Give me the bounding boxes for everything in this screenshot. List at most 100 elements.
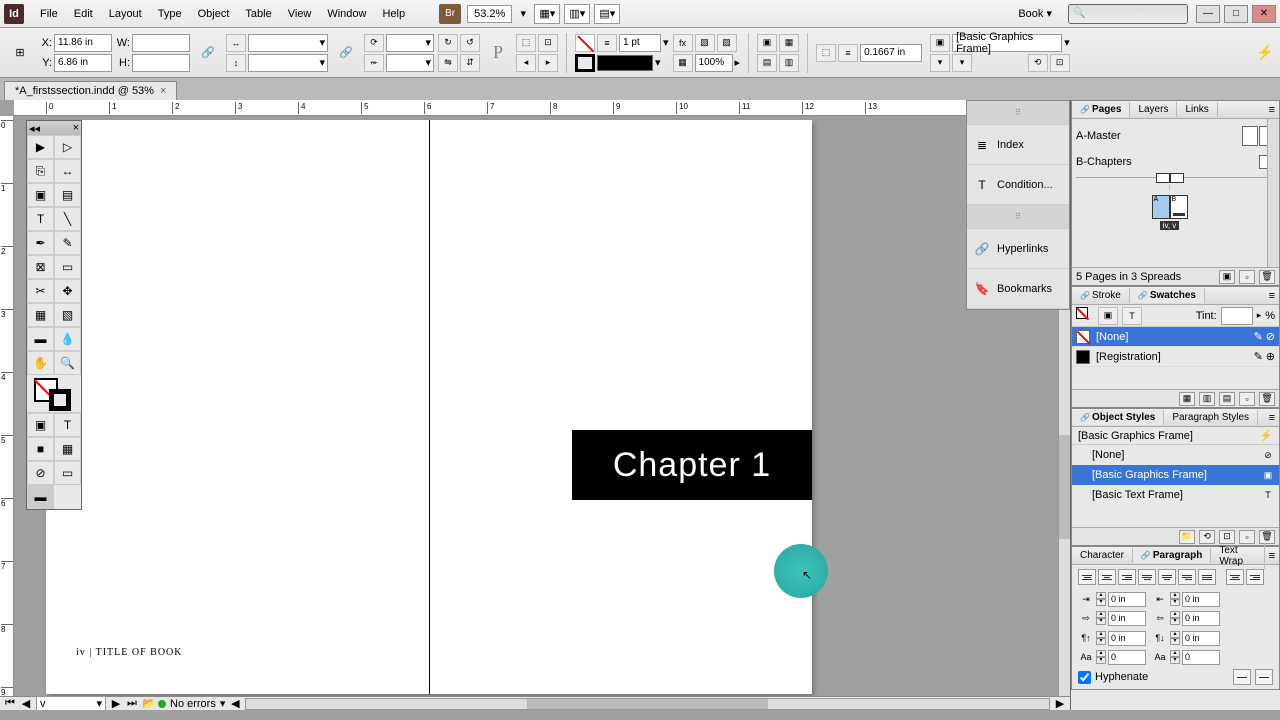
open-icon[interactable]: 📂 — [142, 697, 154, 710]
constrain-scale-icon[interactable]: 🔗 — [332, 39, 360, 67]
tab-pages[interactable]: Pages — [1072, 102, 1130, 117]
scale-x-dropdown[interactable]: ▾ — [248, 34, 328, 52]
text-wrap-around-icon[interactable]: ▦ — [779, 34, 799, 52]
align-toward-spine-button[interactable] — [1226, 569, 1244, 585]
left-indent-input[interactable] — [1108, 592, 1146, 607]
para-panel-menu-icon[interactable]: ≡ — [1265, 550, 1279, 562]
eyedropper-tool[interactable]: 💧 — [54, 327, 81, 351]
justify-left-button[interactable] — [1138, 569, 1156, 585]
tools-collapse-icon[interactable]: ◂◂ — [29, 122, 40, 135]
zoom-dropdown-arrow[interactable]: ▾ — [516, 7, 530, 20]
menu-view[interactable]: View — [280, 4, 320, 24]
swatch-fill-stroke-icon[interactable] — [1076, 307, 1094, 325]
flip-h-icon[interactable]: ⇋ — [438, 54, 458, 72]
swatch-registration-row[interactable]: [Registration] ✎⊕ — [1072, 347, 1279, 367]
scroll-right-button[interactable]: ▶ — [1054, 697, 1066, 710]
tab-swatches[interactable]: Swatches — [1130, 288, 1205, 303]
last-line-stepper[interactable]: ▴▾ — [1170, 611, 1180, 625]
opacity-icon[interactable]: ▧ — [695, 34, 715, 52]
content-collector-tool[interactable]: ▣ — [27, 183, 54, 207]
apply-gradient-icon[interactable]: ▦ — [54, 437, 81, 461]
clear-override-icon[interactable]: ⟲ — [1028, 54, 1048, 72]
zoom-level[interactable]: 53.2% — [467, 5, 512, 23]
pages-scrollbar[interactable] — [1267, 119, 1279, 267]
dock-conditional[interactable]: TCondition... — [967, 165, 1069, 205]
document-tab-close-icon[interactable]: × — [160, 85, 166, 97]
pen-tool[interactable]: ✒ — [27, 231, 54, 255]
stroke-weight-input[interactable] — [619, 34, 661, 52]
pages-thumbnails-area[interactable]: ⫶ A B iv, v — [1072, 173, 1267, 267]
objstyles-panel-menu-icon[interactable]: ≡ — [1265, 412, 1279, 424]
objstyle-none-row[interactable]: [None] ⊘ — [1072, 445, 1279, 465]
tab-stroke[interactable]: Stroke — [1072, 288, 1130, 303]
space-after-input[interactable] — [1182, 631, 1220, 646]
justify-center-button[interactable] — [1158, 569, 1176, 585]
x-position-input[interactable] — [54, 34, 112, 52]
right-indent-input[interactable] — [1182, 592, 1220, 607]
stroke-swatch-icon[interactable] — [575, 54, 595, 72]
menu-type[interactable]: Type — [150, 4, 190, 24]
p-icon[interactable]: P — [484, 39, 512, 67]
apply-container-icon[interactable]: ▣ — [27, 413, 54, 437]
rectangle-frame-tool[interactable]: ⊠ — [27, 255, 54, 279]
dock-index[interactable]: ≣Index — [967, 125, 1069, 165]
dropcap-lines-stepper[interactable]: ▴▾ — [1096, 650, 1106, 664]
dropcap-chars-input[interactable] — [1182, 650, 1220, 665]
last-line-input[interactable] — [1182, 611, 1220, 626]
right-indent-stepper[interactable]: ▴▾ — [1170, 592, 1180, 606]
menu-table[interactable]: Table — [237, 4, 279, 24]
clear-override-2-icon[interactable]: ⊡ — [1050, 54, 1070, 72]
first-line-input[interactable] — [1108, 611, 1146, 626]
tab-character[interactable]: Character — [1072, 548, 1133, 563]
objstyle-clear2-icon[interactable]: ⊡ — [1219, 530, 1235, 544]
align-center-button[interactable] — [1098, 569, 1116, 585]
objstyle-thunder-icon[interactable]: ⚡ — [1259, 429, 1273, 442]
text-wrap-jump2-icon[interactable]: ▥ — [779, 54, 799, 72]
normal-view-mode[interactable]: ▭ — [54, 461, 81, 485]
ruler-horizontal[interactable]: 0 1 2 3 4 5 6 7 8 9 10 11 12 13 — [14, 100, 1070, 116]
preview-mode[interactable]: ▬ — [27, 485, 54, 509]
swatch-view-1-icon[interactable]: ▦ — [1179, 392, 1195, 406]
prev-page-button[interactable]: ◀ — [20, 697, 32, 710]
dropcap-lines-input[interactable] — [1108, 650, 1146, 665]
swatch-none-row[interactable]: [None] ✎⊘ — [1072, 327, 1279, 347]
tab-text-wrap[interactable]: Text Wrap — [1211, 543, 1264, 569]
scroll-left-button[interactable]: ◀ — [229, 697, 241, 710]
objstyle-basic-graphics-row[interactable]: [Basic Graphics Frame] ▣ — [1072, 465, 1279, 485]
stroke-style-swatch[interactable] — [597, 55, 653, 71]
tools-close-icon[interactable]: × — [73, 122, 79, 134]
align-right-button[interactable] — [1118, 569, 1136, 585]
tab-paragraph[interactable]: Paragraph — [1133, 548, 1211, 563]
tab-object-styles[interactable]: Object Styles — [1072, 410, 1164, 425]
search-input[interactable] — [1068, 4, 1188, 24]
opacity-input[interactable] — [695, 54, 733, 72]
dock-hyperlinks[interactable]: 🔗Hyperlinks — [967, 229, 1069, 269]
delete-swatch-icon[interactable]: 🗑 — [1259, 392, 1275, 406]
line-tool[interactable]: ╲ — [54, 207, 81, 231]
view-options-2[interactable]: ▥▾ — [564, 4, 590, 24]
next-page-button[interactable]: ▶ — [110, 697, 122, 710]
left-indent-stepper[interactable]: ▴▾ — [1096, 592, 1106, 606]
objstyle-clear-icon[interactable]: ⟲ — [1199, 530, 1215, 544]
para-direction-1-icon[interactable] — [1233, 669, 1251, 685]
hyphenate-checkbox[interactable] — [1078, 671, 1091, 684]
select-content-icon[interactable]: ⊡ — [538, 34, 558, 52]
content-placer-tool[interactable]: ▤ — [54, 183, 81, 207]
object-style-dropdown[interactable]: [Basic Graphics Frame] — [952, 34, 1062, 52]
stroke-style-dd-arrow[interactable]: ▾ — [655, 56, 661, 69]
fitting-dd-icon[interactable]: ▾ — [930, 54, 950, 72]
dropcap-chars-stepper[interactable]: ▴▾ — [1170, 650, 1180, 664]
page-tool[interactable]: ⎘ — [27, 159, 54, 183]
rotate-ccw-icon[interactable]: ↺ — [460, 34, 480, 52]
new-swatch-icon[interactable]: ▫ — [1239, 392, 1255, 406]
minimize-button[interactable]: — — [1196, 5, 1220, 23]
corner-radius-input[interactable] — [860, 44, 922, 62]
last-page-button[interactable]: ⏭ — [126, 697, 138, 710]
text-wrap-jump-icon[interactable]: ▤ — [757, 54, 777, 72]
align-left-button[interactable] — [1078, 569, 1096, 585]
align-away-spine-button[interactable] — [1246, 569, 1264, 585]
corner-options-icon[interactable]: ⬚ — [816, 44, 836, 62]
new-objstyle-icon[interactable]: ▫ — [1239, 530, 1255, 544]
page-left[interactable]: iv | TITLE OF BOOK — [46, 120, 429, 694]
y-position-input[interactable] — [54, 54, 112, 72]
